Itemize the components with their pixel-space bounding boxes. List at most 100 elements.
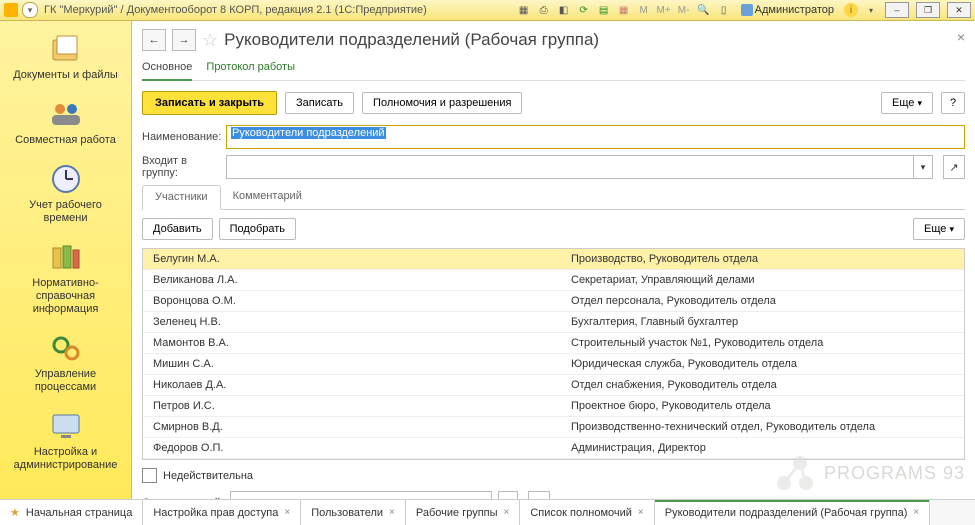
home-icon: ★	[10, 506, 20, 519]
name-field-row: Наименование: Руководители подразделений	[142, 125, 965, 149]
members-table[interactable]: Белугин М.А.Производство, Руководитель о…	[142, 248, 965, 460]
table-row[interactable]: Федоров О.П.Администрация, Директор	[143, 438, 964, 459]
more-button[interactable]: Еще ▾	[881, 92, 933, 114]
info-icon[interactable]: i	[844, 3, 858, 17]
group-input[interactable]	[226, 155, 914, 179]
sidebar-item-label: Управление процессами	[11, 368, 121, 394]
subtab-protocol[interactable]: Протокол работы	[206, 57, 295, 80]
favorite-star-icon[interactable]: ☆	[202, 30, 218, 51]
add-button[interactable]: Добавить	[142, 218, 213, 240]
row-name: Мамонтов В.А.	[143, 337, 563, 349]
title-bar: ▾ ГК "Меркурий" / Документооборот 8 КОРП…	[0, 0, 975, 21]
chevron-down-icon: ▾	[949, 224, 954, 234]
window-close-button[interactable]: ✕	[947, 2, 971, 18]
help-button[interactable]: ?	[941, 92, 965, 114]
toolbar-icons: ▦ ⎙ ◧ ⟳ ▤ ▦ M M+ M- 🔍 ▯ Администратор i …	[517, 2, 971, 18]
zoom-mplus-icon[interactable]: M+	[657, 3, 671, 17]
tab-close-icon[interactable]: ×	[389, 507, 395, 518]
row-dept: Администрация, Директор	[563, 442, 964, 454]
sidebar-item-settings[interactable]: Настройка и администрирование	[11, 408, 121, 472]
user-menu[interactable]: Администратор	[737, 3, 838, 17]
table-row[interactable]: Белугин М.А.Производство, Руководитель о…	[143, 249, 964, 270]
sidebar-item-processes[interactable]: Управление процессами	[11, 330, 121, 394]
tab-comment[interactable]: Комментарий	[221, 185, 314, 209]
list-more-button[interactable]: Еще ▾	[913, 218, 965, 240]
bottom-tab[interactable]: Рабочие группы×	[406, 500, 520, 525]
sidebar: Документы и файлы Совместная работа Учет…	[0, 21, 132, 500]
nav-forward-button[interactable]: →	[172, 29, 196, 51]
invalid-checkbox[interactable]	[142, 468, 157, 483]
sidebar-item-label: Документы и файлы	[13, 69, 118, 82]
table-row[interactable]: Петров И.С.Проектное бюро, Руководитель …	[143, 396, 964, 417]
print-icon[interactable]: ⎙	[537, 3, 551, 17]
row-dept: Юридическая служба, Руководитель отдела	[563, 358, 964, 370]
documents-icon	[46, 31, 86, 67]
sidebar-item-refdata[interactable]: Нормативно-справочная информация	[11, 239, 121, 316]
zoom-mminus-icon[interactable]: M-	[677, 3, 691, 17]
tab-close-icon[interactable]: ×	[284, 507, 290, 518]
table-row[interactable]: Мамонтов В.А.Строительный участок №1, Ру…	[143, 333, 964, 354]
table-row[interactable]: Великанова Л.А.Секретариат, Управляющий …	[143, 270, 964, 291]
bottom-tab[interactable]: Пользователи ×	[301, 500, 406, 525]
save-close-button[interactable]: Записать и закрыть	[142, 91, 277, 115]
table-row[interactable]: Зеленец Н.В.Бухгалтерия, Главный бухгалт…	[143, 312, 964, 333]
row-name: Зеленец Н.В.	[143, 316, 563, 328]
table-row[interactable]: Воронцова О.М.Отдел персонала, Руководит…	[143, 291, 964, 312]
nav-back-button[interactable]: ←	[142, 29, 166, 51]
close-icon[interactable]: ×	[957, 29, 965, 45]
group-field-row: Входит в группу: ▾ ↗	[142, 155, 965, 179]
info-drop-icon[interactable]: ▾	[864, 3, 878, 17]
sidebar-item-collab[interactable]: Совместная работа	[11, 96, 121, 147]
sidebar-item-label: Нормативно-справочная информация	[11, 277, 121, 316]
form-subtabs: Основное Протокол работы	[142, 57, 965, 81]
row-name: Воронцова О.М.	[143, 295, 563, 307]
refresh-icon[interactable]: ⟳	[577, 3, 591, 17]
sidebar-item-label: Учет рабочего времени	[11, 199, 121, 225]
calculator-icon[interactable]: ▤	[597, 3, 611, 17]
books-icon	[46, 239, 86, 275]
permissions-button[interactable]: Полномочия и разрешения	[362, 92, 522, 114]
bottom-tab-label: Список полномочий	[530, 507, 632, 519]
sidebar-item-documents[interactable]: Документы и файлы	[11, 31, 121, 82]
main-toolbar: Записать и закрыть Записать Полномочия и…	[142, 91, 965, 115]
bottom-tab-label: Начальная страница	[26, 507, 132, 519]
avatar-icon	[741, 4, 753, 16]
row-name: Николаев Д.А.	[143, 379, 563, 391]
compare-icon[interactable]: ◧	[557, 3, 571, 17]
tab-close-icon[interactable]: ×	[504, 507, 510, 518]
tab-members[interactable]: Участники	[142, 185, 221, 210]
bottom-tab[interactable]: ★ Начальная страница	[0, 500, 143, 525]
page-title: Руководители подразделений (Рабочая груп…	[224, 30, 599, 50]
zoom-m-icon[interactable]: M	[637, 3, 651, 17]
tab-close-icon[interactable]: ×	[913, 507, 919, 518]
monitor-icon	[46, 408, 86, 444]
bottom-tab[interactable]: Руководители подразделений (Рабочая груп…	[655, 500, 930, 525]
pick-button[interactable]: Подобрать	[219, 218, 296, 240]
print-preview-icon[interactable]: ▦	[517, 3, 531, 17]
group-dropdown-button[interactable]: ▾	[914, 155, 933, 179]
app-logo-icon	[4, 3, 18, 17]
subtab-main[interactable]: Основное	[142, 57, 192, 81]
main-area: Документы и файлы Совместная работа Учет…	[0, 21, 975, 500]
nav-dropdown-icon[interactable]: ▾	[22, 2, 38, 18]
bottom-tab-label: Пользователи	[311, 507, 383, 519]
row-dept: Секретариат, Управляющий делами	[563, 274, 964, 286]
calendar-icon[interactable]: ▦	[617, 3, 631, 17]
group-open-button[interactable]: ↗	[943, 155, 965, 179]
row-name: Смирнов В.Д.	[143, 421, 563, 433]
tab-close-icon[interactable]: ×	[638, 507, 644, 518]
panel-icon[interactable]: ▯	[717, 3, 731, 17]
bottom-tab[interactable]: Список полномочий ×	[520, 500, 654, 525]
bottom-tab[interactable]: Настройка прав доступа×	[143, 500, 301, 525]
sidebar-item-timesheet[interactable]: Учет рабочего времени	[11, 161, 121, 225]
table-row[interactable]: Смирнов В.Д.Производственно-технический …	[143, 417, 964, 438]
save-button[interactable]: Записать	[285, 92, 354, 114]
name-input[interactable]: Руководители подразделений	[226, 125, 965, 149]
chevron-down-icon: ▾	[917, 98, 922, 108]
window-restore-button[interactable]: ❐	[916, 2, 940, 18]
search-icon[interactable]: 🔍	[697, 3, 711, 17]
window-minimize-button[interactable]: –	[885, 2, 909, 18]
table-row[interactable]: Николаев Д.А.Отдел снабжения, Руководите…	[143, 375, 964, 396]
row-dept: Производственно-технический отдел, Руков…	[563, 421, 964, 433]
table-row[interactable]: Мишин С.А.Юридическая служба, Руководите…	[143, 354, 964, 375]
